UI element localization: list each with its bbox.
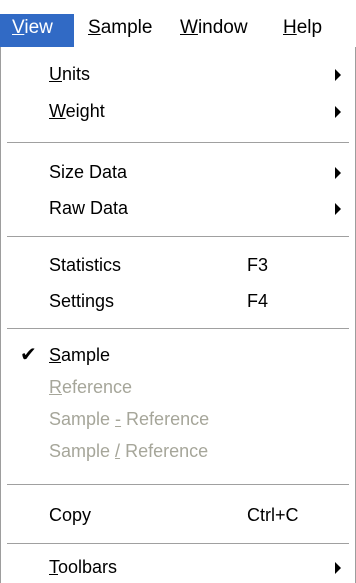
menu-item-raw-data[interactable]: Raw Data: [1, 193, 355, 223]
submenu-arrow-icon: [335, 562, 341, 574]
menu-item-sample[interactable]: ✔ Sample: [1, 340, 355, 370]
menu-item-weight-label: Weight: [49, 101, 105, 121]
menu-item-raw-data-label: Raw Data: [49, 198, 129, 218]
menu-window[interactable]: Window: [180, 14, 248, 47]
menu-item-copy[interactable]: Copy Ctrl+C: [1, 500, 355, 530]
menu-help-label: Help: [283, 17, 323, 38]
shortcut-label: Ctrl+C: [247, 505, 299, 525]
submenu-arrow-icon: [335, 203, 341, 215]
screen: View Sample Window Help Units Weight Siz…: [0, 0, 356, 583]
menu-view[interactable]: View: [0, 14, 74, 47]
menu-item-sample-divide-reference: Sample / Reference: [1, 436, 355, 466]
menu-item-settings[interactable]: Settings F4: [1, 286, 355, 316]
menu-item-toolbars-label: Toolbars: [49, 557, 118, 577]
menu-item-sample-minus-reference-label: Sample - Reference: [49, 409, 210, 429]
menu-item-size-data[interactable]: Size Data: [1, 157, 355, 187]
menu-bar: View Sample Window Help: [0, 0, 356, 48]
checkmark-icon: ✔: [20, 344, 37, 366]
menu-view-label: View: [12, 17, 53, 38]
submenu-arrow-icon: [335, 106, 341, 118]
menu-separator: [7, 543, 349, 545]
menu-separator: [7, 484, 349, 486]
menu-separator: [7, 236, 349, 238]
view-dropdown-menu: Units Weight Size Data Raw Data Statisti…: [0, 47, 356, 583]
menu-item-sample-minus-reference: Sample - Reference: [1, 404, 355, 434]
menu-help[interactable]: Help: [283, 14, 322, 47]
menu-item-statistics-label: Statistics: [49, 255, 122, 275]
menu-sample[interactable]: Sample: [88, 14, 152, 47]
submenu-arrow-icon: [335, 69, 341, 81]
shortcut-label: F4: [247, 291, 269, 311]
menu-item-weight[interactable]: Weight: [1, 96, 355, 126]
menu-sample-label: Sample: [88, 17, 153, 38]
menu-item-statistics[interactable]: Statistics F3: [1, 250, 355, 280]
menu-separator: [7, 328, 349, 330]
menu-item-copy-label: Copy: [49, 505, 92, 525]
menu-window-label: Window: [180, 17, 248, 38]
menu-item-units[interactable]: Units: [1, 59, 355, 89]
menu-item-units-label: Units: [49, 64, 91, 84]
shortcut-label: F3: [247, 255, 269, 275]
menu-item-settings-label: Settings: [49, 291, 115, 311]
menu-separator: [7, 142, 349, 144]
menu-item-reference: Reference: [1, 372, 355, 402]
submenu-arrow-icon: [335, 167, 341, 179]
menu-item-reference-label: Reference: [49, 377, 133, 397]
menu-item-toolbars[interactable]: Toolbars: [1, 552, 355, 582]
menu-item-sample-label: Sample: [49, 345, 111, 365]
menu-item-size-data-label: Size Data: [49, 162, 128, 182]
menu-item-sample-divide-reference-label: Sample / Reference: [49, 441, 209, 461]
